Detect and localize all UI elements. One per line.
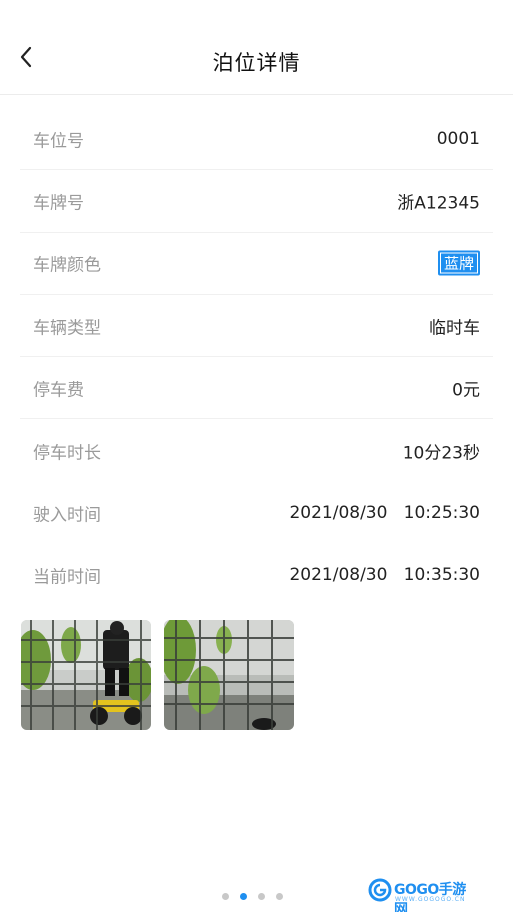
row-space-number: 车位号 0001 [20, 108, 493, 171]
row-parking-fee: 停车费 0元 [20, 357, 493, 420]
page-dot[interactable] [258, 893, 265, 900]
row-current-time: 当前时间 2021/08/30 10:35:30 [20, 544, 493, 606]
photo-image [164, 620, 294, 730]
plate-color-value: 蓝牌 [437, 250, 480, 276]
photo-image [21, 620, 151, 730]
row-plate-color: 车牌颜色 蓝牌 [20, 233, 493, 295]
row-parking-duration: 停车时长 10分23秒 [20, 419, 493, 481]
row-entry-time: 驶入时间 2021/08/30 10:25:30 [20, 482, 493, 544]
row-label: 停车时长 [33, 443, 101, 464]
row-label: 驶入时间 [33, 505, 101, 526]
watermark-logo-icon [368, 878, 392, 902]
navigation-bar: 泊位详情 [0, 0, 513, 95]
page-dot[interactable] [276, 893, 283, 900]
row-label: 车牌颜色 [33, 255, 101, 276]
row-label: 车辆类型 [33, 318, 101, 339]
detail-list: 车位号 0001 车牌号 浙A12345 车牌颜色 蓝牌 车辆类型 临时车 停车… [20, 108, 493, 606]
parking-duration-value: 10分23秒 [402, 443, 480, 464]
watermark-subtext: WWW.GOGOGO.CN [395, 896, 466, 903]
row-label: 车位号 [33, 131, 84, 152]
page-dot[interactable] [222, 893, 229, 900]
current-time-value: 2021/08/30 10:35:30 [289, 565, 480, 586]
vehicle-type-value: 临时车 [429, 318, 480, 339]
photo-thumbnail[interactable] [21, 620, 151, 730]
photo-thumbnail[interactable] [164, 620, 294, 730]
row-plate-number: 车牌号 浙A12345 [20, 170, 493, 233]
row-label: 车牌号 [33, 193, 84, 214]
watermark: GOGO手游网 WWW.GOGOGO.CN [368, 876, 478, 912]
row-label: 当前时间 [33, 567, 101, 588]
plate-color-badge: 蓝牌 [437, 250, 480, 276]
page-title: 泊位详情 [212, 51, 301, 75]
parking-fee-value: 0元 [452, 380, 480, 401]
row-vehicle-type: 车辆类型 临时车 [20, 295, 493, 358]
entry-time-value: 2021/08/30 10:25:30 [289, 502, 480, 523]
space-number-value: 0001 [436, 128, 480, 149]
page-dot-active[interactable] [240, 893, 247, 900]
row-label: 停车费 [33, 380, 84, 401]
plate-number-value: 浙A12345 [397, 193, 480, 214]
